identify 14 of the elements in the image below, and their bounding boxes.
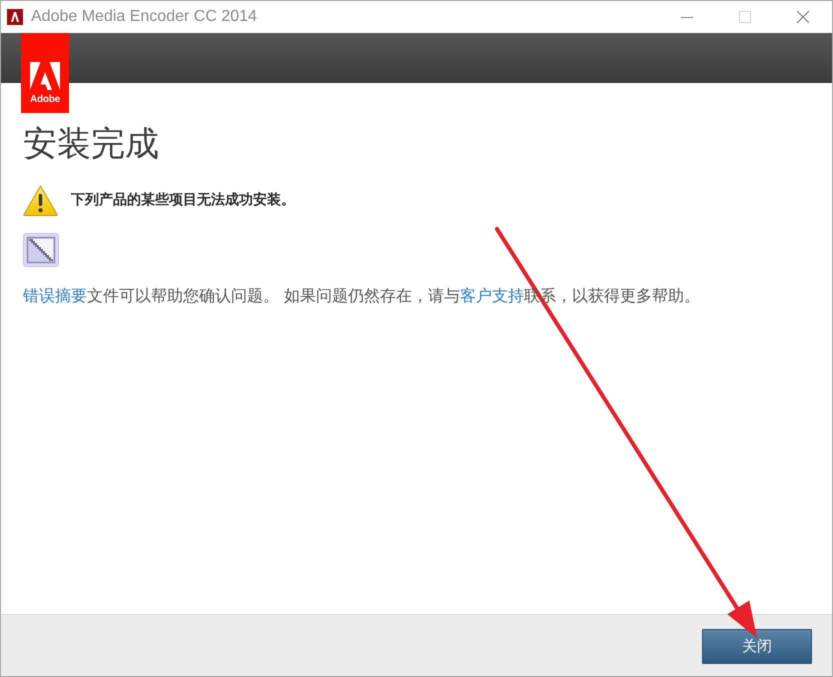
product-icon: [23, 233, 59, 267]
minimize-icon: [681, 16, 693, 18]
page-heading: 安装完成: [23, 123, 160, 165]
text-link[interactable]: 错误摘要: [23, 286, 87, 305]
maximize-icon: [739, 11, 751, 23]
text-link[interactable]: 客户支持: [460, 286, 524, 305]
close-icon: [797, 11, 809, 23]
app-icon: [7, 9, 23, 25]
logo-text: Adobe: [30, 94, 60, 105]
warning-icon: [23, 184, 58, 216]
warning-message: 下列产品的某些项目无法成功安装。: [71, 191, 295, 209]
logo-mark-icon: [30, 62, 60, 90]
window-title: Adobe Media Encoder CC 2014: [31, 8, 258, 26]
close-button[interactable]: 关闭: [702, 629, 812, 664]
